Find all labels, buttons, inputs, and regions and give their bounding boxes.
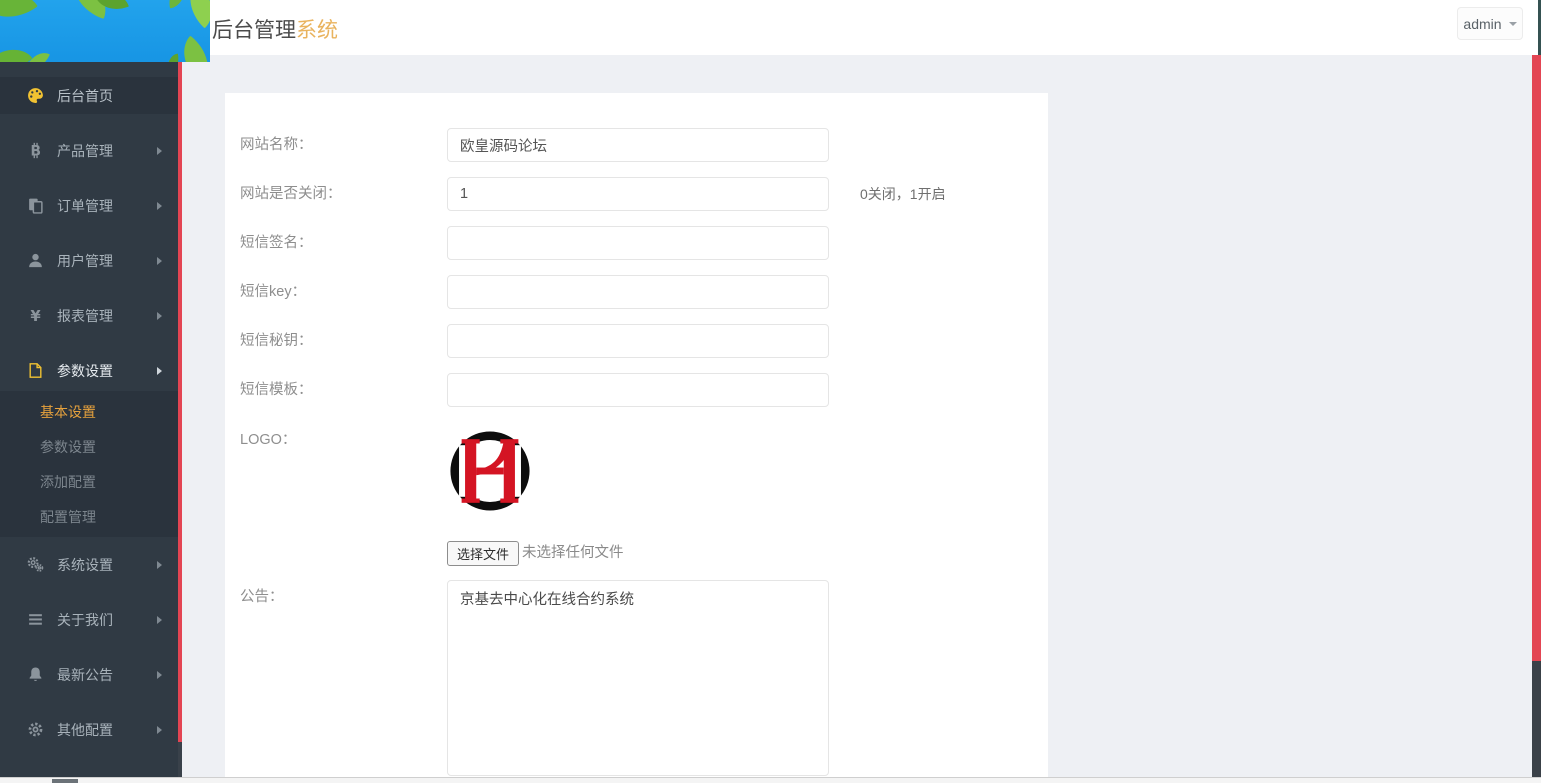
form-row-site-closed: 网站是否关闭： 0关闭，1开启	[240, 177, 1038, 211]
palette-dashboard-icon	[26, 87, 44, 105]
sidebar-item-label: 其他配置	[57, 720, 113, 740]
form-row-sms-secret: 短信秘钥：	[240, 324, 1038, 358]
form-row-site-name: 网站名称：	[240, 128, 1038, 162]
site-closed-label: 网站是否关闭：	[240, 177, 342, 211]
leaf-icon	[165, 54, 181, 62]
list-icon	[26, 611, 44, 629]
chevron-right-icon	[157, 726, 162, 734]
svg-text:¥: ¥	[30, 307, 41, 324]
sidebar-item-label: 产品管理	[57, 141, 113, 161]
chevron-right-icon	[157, 561, 162, 569]
submenu-item-add-config[interactable]: 添加配置	[0, 465, 178, 500]
sidebar-item-products[interactable]: B 产品管理	[0, 132, 178, 169]
sms-secret-input[interactable]	[447, 324, 829, 358]
admin-backend-page: 后台管理系统 admin 后台首页 B 产品管理	[0, 0, 1541, 783]
notice-textarea[interactable]: 京基去中心化在线合约系统	[447, 580, 829, 776]
sidebar-item-label: 最新公告	[57, 665, 113, 685]
svg-text:B: B	[30, 144, 41, 159]
sms-signature-label: 短信签名：	[240, 226, 313, 260]
user-menu-label: admin	[1463, 16, 1501, 32]
sidebar-item-other-config[interactable]: 其他配置	[0, 711, 178, 748]
chevron-right-icon	[157, 312, 162, 320]
file-icon	[26, 362, 44, 380]
site-closed-input[interactable]	[447, 177, 829, 211]
notice-label: 公告：	[240, 580, 284, 614]
chevron-right-icon	[157, 616, 162, 624]
gears-icon	[26, 556, 44, 574]
form-row-sms-signature: 短信签名：	[240, 226, 1038, 260]
chevron-right-icon	[157, 671, 162, 679]
sidebar-scrollbar-track[interactable]	[178, 55, 182, 777]
user-menu-button[interactable]: admin	[1457, 7, 1523, 40]
sms-key-label: 短信key：	[240, 275, 306, 309]
sidebar-item-orders[interactable]: 订单管理	[0, 187, 178, 224]
page-scrollbar-thumb[interactable]	[1532, 55, 1541, 661]
leaf-icon	[0, 38, 32, 62]
orders-copy-icon	[26, 197, 44, 215]
leaf-icon	[178, 0, 210, 28]
page-title-text: 后台管理	[212, 19, 296, 42]
sidebar-item-about[interactable]: 关于我们	[0, 601, 178, 638]
sidebar-item-label: 关于我们	[57, 610, 113, 630]
sms-template-label: 短信模板：	[240, 373, 313, 407]
sidebar-item-users[interactable]: 用户管理	[0, 242, 178, 279]
form-row-sms-template: 短信模板：	[240, 373, 1038, 407]
sidebar-item-announcements[interactable]: 最新公告	[0, 656, 178, 693]
leaf-icon	[0, 0, 38, 32]
submenu-item-parameter-settings[interactable]: 参数设置	[0, 430, 178, 465]
bell-icon	[26, 666, 44, 684]
leaf-icon	[166, 0, 188, 8]
site-name-input[interactable]	[447, 128, 829, 162]
sms-template-input[interactable]	[447, 373, 829, 407]
chevron-right-icon	[157, 147, 162, 155]
sidebar: 后台首页 B 产品管理 订单管理 用户管理 ¥	[0, 55, 178, 777]
page-scrollbar-track[interactable]	[1532, 55, 1541, 777]
chevron-down-icon	[1509, 22, 1517, 26]
bitcoin-icon: B	[26, 142, 44, 160]
sidebar-scrollbar-thumb[interactable]	[178, 55, 182, 742]
logo-label: LOGO：	[240, 423, 296, 457]
chevron-right-icon	[157, 367, 162, 375]
sidebar-item-home[interactable]: 后台首页	[0, 77, 178, 114]
sidebar-item-system[interactable]: 系统设置	[0, 546, 178, 583]
sidebar-item-label: 订单管理	[57, 196, 113, 216]
sidebar-item-label: 参数设置	[57, 361, 113, 381]
page-title: 后台管理系统	[200, 14, 338, 44]
chevron-right-icon	[157, 257, 162, 265]
sidebar-item-label: 用户管理	[57, 251, 113, 271]
gear-icon	[26, 721, 44, 739]
submenu-item-config-management[interactable]: 配置管理	[0, 500, 178, 535]
yen-icon: ¥	[26, 307, 44, 325]
form-row-logo: LOGO：	[240, 423, 1038, 457]
header-bar: 后台管理系统 admin	[0, 0, 1541, 55]
content-area: 网站名称： 网站是否关闭： 0关闭，1开启 短信签名： 短信key： 短信秘钥：	[182, 55, 1541, 777]
sms-key-input[interactable]	[447, 275, 829, 309]
site-name-label: 网站名称：	[240, 128, 313, 162]
logo-preview-image	[447, 428, 533, 514]
sms-signature-input[interactable]	[447, 226, 829, 260]
user-icon	[26, 252, 44, 270]
horizontal-scrollbar-track[interactable]	[0, 777, 1541, 783]
sms-secret-label: 短信秘钥：	[240, 324, 313, 358]
sidebar-item-label: 系统设置	[57, 555, 113, 575]
chevron-right-icon	[157, 202, 162, 210]
sidebar-item-label: 后台首页	[57, 86, 113, 106]
corner-banner-image	[0, 0, 210, 62]
settings-form-card: 网站名称： 网站是否关闭： 0关闭，1开启 短信签名： 短信key： 短信秘钥：	[225, 93, 1048, 777]
choose-file-button[interactable]: 选择文件	[447, 541, 519, 566]
sidebar-item-parameters[interactable]: 参数设置	[0, 352, 178, 389]
site-closed-hint: 0关闭，1开启	[860, 177, 946, 211]
sidebar-item-reports[interactable]: ¥ 报表管理	[0, 297, 178, 334]
form-row-sms-key: 短信key：	[240, 275, 1038, 309]
submenu-item-basic-settings[interactable]: 基本设置	[0, 395, 178, 430]
horizontal-scrollbar-thumb[interactable]	[52, 779, 78, 783]
sidebar-item-label: 报表管理	[57, 306, 113, 326]
page-title-accent: 系统	[296, 19, 338, 42]
file-status-text: 未选择任何文件	[522, 541, 624, 566]
parameters-submenu: 基本设置 参数设置 添加配置 配置管理	[0, 391, 178, 537]
